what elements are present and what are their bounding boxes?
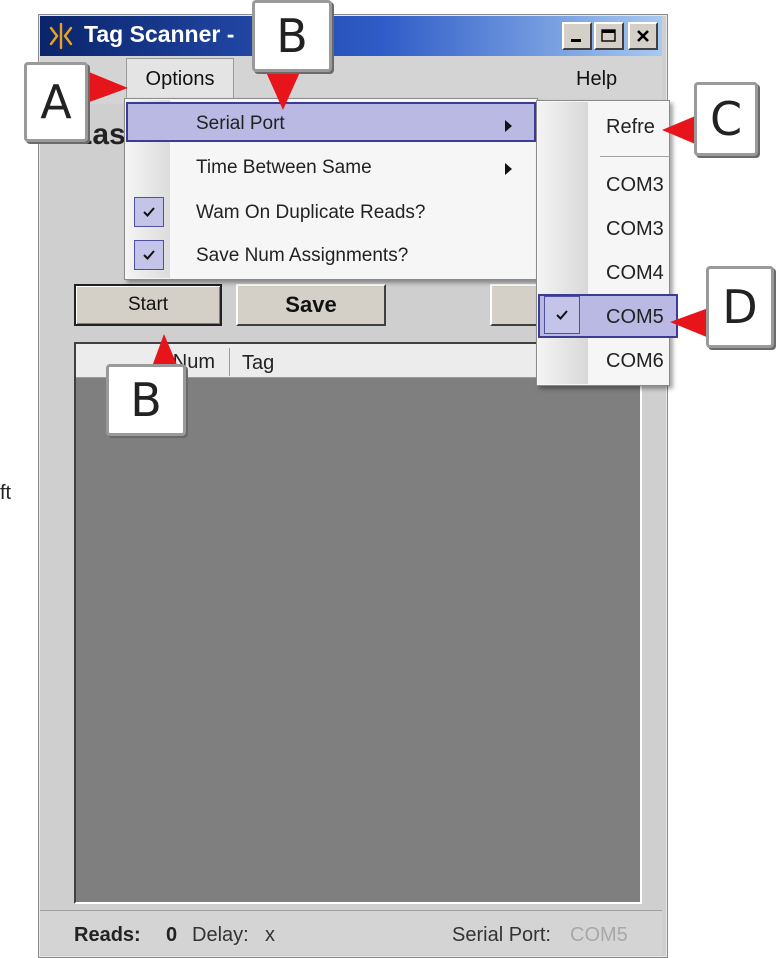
- submenu-icon-strip: [538, 102, 588, 384]
- reads-value: 0: [166, 924, 178, 946]
- stray-text: ft: [0, 482, 12, 504]
- hidden-button[interactable]: [490, 284, 538, 326]
- start-button[interactable]: Start: [74, 284, 222, 326]
- menu-help[interactable]: Help: [576, 68, 617, 91]
- submenu-item-com4[interactable]: COM4: [606, 262, 664, 285]
- maximize-button[interactable]: [594, 22, 624, 50]
- callout-b-top: B: [252, 0, 332, 72]
- callout-c: C: [694, 82, 758, 156]
- submenu-arrow-icon: [505, 120, 512, 132]
- save-button[interactable]: Save: [236, 284, 386, 326]
- app-icon: [48, 22, 74, 50]
- menu-item-label: Wam On Duplicate Reads?: [196, 202, 426, 223]
- serial-port-label: Serial Port:: [452, 924, 551, 946]
- close-button[interactable]: [628, 22, 658, 50]
- check-icon: [134, 240, 164, 270]
- menu-options[interactable]: Options: [126, 58, 234, 100]
- submenu-item-com35[interactable]: COM3: [606, 218, 664, 241]
- minimize-icon: [571, 39, 581, 42]
- reads-label: Reads:: [74, 924, 141, 946]
- check-icon: [134, 197, 164, 227]
- check-icon: [544, 296, 580, 334]
- submenu-item-label: COM5: [606, 306, 664, 328]
- submenu-item-refresh[interactable]: Refre: [606, 116, 655, 139]
- submenu-divider: [600, 156, 670, 157]
- serial-port-value: COM5: [570, 924, 628, 946]
- close-icon: [637, 30, 649, 42]
- delay-value: x: [265, 924, 275, 946]
- maximize-icon: [601, 29, 616, 42]
- callout-b-bottom: B: [106, 364, 186, 436]
- minimize-button[interactable]: [562, 22, 592, 50]
- menu-item-serial-port[interactable]: [126, 102, 536, 142]
- column-header-tag[interactable]: Tag: [242, 352, 274, 375]
- menu-item-label: Serial Port: [196, 113, 285, 134]
- menu-item-label: Save Num Assignments?: [196, 245, 409, 266]
- submenu-item-com30[interactable]: COM3: [606, 174, 664, 197]
- submenu-arrow-icon: [505, 163, 512, 175]
- window-title: Tag Scanner -: [84, 21, 235, 47]
- callout-d: D: [706, 266, 774, 348]
- menu-item-label: Time Between Same: [196, 157, 372, 178]
- delay-label: Delay:: [192, 924, 249, 946]
- submenu-item-com6[interactable]: COM6: [606, 350, 664, 373]
- callout-a: A: [24, 62, 88, 142]
